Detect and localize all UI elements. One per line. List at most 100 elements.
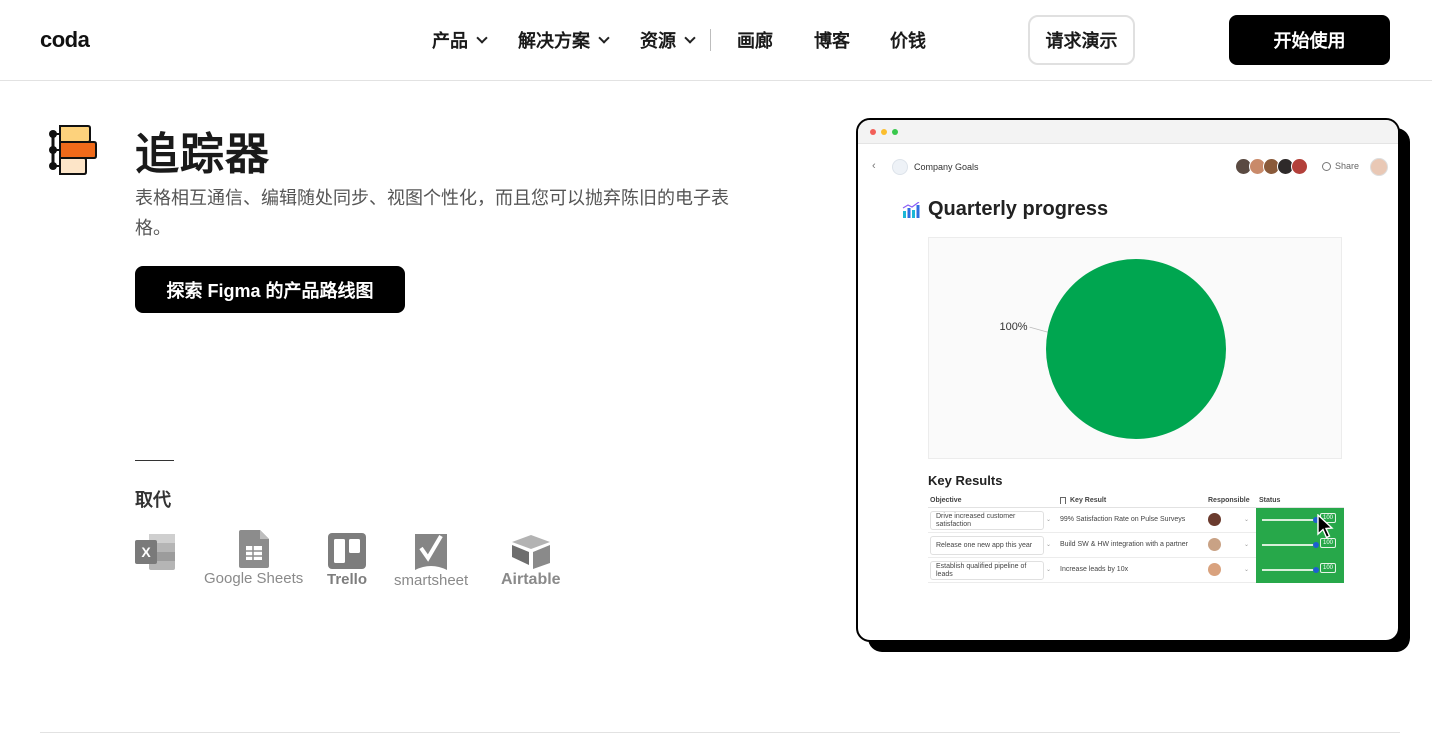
objective-cell[interactable]: Release one new app this year bbox=[930, 536, 1044, 555]
top-nav-bar: coda 产品 解决方案 资源 画廊 博客 价钱 请求演示 开始使用 bbox=[0, 0, 1432, 81]
main-nav: 产品 解决方案 资源 画廊 博客 价钱 bbox=[432, 16, 926, 64]
responsible-avatar[interactable] bbox=[1208, 538, 1221, 551]
nav-pricing-label: 价钱 bbox=[890, 31, 926, 51]
nav-divider bbox=[710, 29, 711, 51]
key-result-cell[interactable]: 99% Satisfaction Rate on Pulse Surveys bbox=[1060, 516, 1185, 523]
window-minimize-dot bbox=[881, 129, 887, 135]
nav-gallery-label: 画廊 bbox=[737, 31, 773, 51]
page-subtitle: 表格相互通信、编辑随处同步、视图个性化，而且您可以抛弃陈旧的电子表格。 bbox=[135, 188, 729, 238]
share-label: Share bbox=[1335, 161, 1360, 171]
status-slider-knob[interactable] bbox=[1313, 542, 1319, 548]
pie-label-leader bbox=[1029, 326, 1048, 333]
status-value: 100 bbox=[1320, 563, 1337, 573]
nav-solutions[interactable]: 解决方案 bbox=[518, 16, 610, 64]
brand-smartsheet: smartsheet bbox=[394, 532, 468, 589]
google-sheets-icon bbox=[238, 530, 269, 568]
window-maximize-dot bbox=[892, 129, 898, 135]
brand-trello: Trello bbox=[327, 533, 367, 588]
excel-icon: X bbox=[135, 534, 175, 570]
objective-cell[interactable]: Establish qualified pipeline of leads bbox=[930, 561, 1044, 580]
column-header-status: Status bbox=[1259, 497, 1281, 504]
key-result-cell[interactable]: Build SW & HW integration with a partner bbox=[1060, 541, 1188, 548]
key-result-cell[interactable]: Increase leads by 10x bbox=[1060, 566, 1128, 573]
pie-chart-panel: 100% bbox=[928, 237, 1342, 459]
chevron-down-icon[interactable]: ⌄ bbox=[1046, 516, 1051, 523]
explore-roadmap-button[interactable]: 探索 Figma 的产品路线图 bbox=[135, 266, 405, 313]
nav-resources-label: 资源 bbox=[640, 31, 676, 51]
objective-cell[interactable]: Drive increased customer satisfaction bbox=[930, 511, 1044, 530]
user-avatar[interactable] bbox=[1370, 158, 1388, 176]
chevron-down-icon[interactable]: ⌄ bbox=[1046, 566, 1051, 573]
bookmark-icon bbox=[1060, 497, 1066, 504]
table-row[interactable]: Establish qualified pipeline of leads ⌄ … bbox=[928, 558, 1344, 583]
column-header-key-result: Key Result bbox=[1070, 497, 1107, 504]
pie-slice[interactable] bbox=[1046, 259, 1226, 439]
trello-icon bbox=[328, 533, 366, 569]
brand-smartsheet-label: smartsheet bbox=[394, 572, 469, 589]
status-slider-track[interactable] bbox=[1262, 544, 1316, 546]
avatar bbox=[1291, 158, 1308, 175]
chevron-down-icon[interactable]: ⌄ bbox=[1046, 541, 1051, 548]
nav-blog[interactable]: 博客 bbox=[814, 16, 850, 64]
section-divider bbox=[135, 460, 174, 461]
window-title-bar bbox=[858, 120, 1398, 144]
doc-breadcrumb[interactable]: Company Goals bbox=[914, 162, 979, 172]
table-header: Objective Key Result Responsible Status bbox=[928, 496, 1344, 508]
chevron-down-icon[interactable]: ⌄ bbox=[1244, 516, 1249, 523]
chevron-down-icon[interactable]: ⌄ bbox=[1244, 566, 1249, 573]
responsible-avatar[interactable] bbox=[1208, 563, 1221, 576]
coda-logo[interactable]: coda bbox=[40, 27, 90, 53]
section-title: Quarterly progress bbox=[928, 198, 1109, 220]
nav-products[interactable]: 产品 bbox=[432, 16, 488, 64]
tracker-icon bbox=[49, 125, 97, 175]
brand-google-sheets: Google Sheets bbox=[204, 530, 303, 587]
get-started-button[interactable]: 开始使用 bbox=[1229, 15, 1390, 65]
key-results-heading: Key Results bbox=[928, 473, 1003, 488]
replaces-label: 取代 bbox=[135, 490, 171, 510]
nav-solutions-label: 解决方案 bbox=[518, 31, 590, 51]
column-header-responsible: Responsible bbox=[1208, 497, 1250, 504]
mouse-cursor-icon bbox=[1317, 514, 1334, 539]
doc-icon bbox=[892, 159, 908, 175]
chevron-down-icon bbox=[476, 32, 488, 44]
svg-text:X: X bbox=[141, 544, 151, 560]
status-slider-track[interactable] bbox=[1262, 569, 1316, 571]
window-close-dot bbox=[870, 129, 876, 135]
back-arrow-icon[interactable]: ‹ bbox=[872, 160, 876, 172]
responsible-avatar[interactable] bbox=[1208, 513, 1221, 526]
share-button[interactable]: Share bbox=[1322, 161, 1359, 171]
share-icon bbox=[1322, 161, 1331, 171]
nav-resources[interactable]: 资源 bbox=[640, 16, 696, 64]
brand-google-sheets-label: Google Sheets bbox=[204, 570, 304, 587]
pie-data-label: 100% bbox=[999, 321, 1027, 333]
pie-chart: 100% bbox=[999, 259, 1226, 439]
status-cell: 100 bbox=[1256, 558, 1344, 583]
table-row[interactable]: Release one new app this year ⌄ Build SW… bbox=[928, 533, 1344, 558]
smartsheet-icon bbox=[415, 534, 448, 570]
nav-gallery[interactable]: 画廊 bbox=[737, 16, 773, 64]
chevron-down-icon bbox=[598, 32, 610, 44]
table-row[interactable]: Drive increased customer satisfaction ⌄ … bbox=[928, 508, 1344, 533]
doc-header: ‹ Company Goals Share bbox=[870, 158, 1390, 178]
brand-trello-label: Trello bbox=[327, 571, 368, 588]
brand-excel: X bbox=[135, 534, 177, 574]
key-results-table: Objective Key Result Responsible Status … bbox=[928, 496, 1344, 583]
column-header-objective: Objective bbox=[930, 497, 962, 504]
brand-airtable: Airtable bbox=[501, 535, 561, 589]
section-heading: Quarterly progress bbox=[902, 198, 1108, 221]
product-mockup: ‹ Company Goals Share Quarterly progress… bbox=[856, 118, 1400, 642]
nav-pricing[interactable]: 价钱 bbox=[890, 16, 926, 64]
chevron-down-icon[interactable]: ⌄ bbox=[1244, 541, 1249, 548]
status-slider-knob[interactable] bbox=[1313, 567, 1319, 573]
footer-divider bbox=[40, 732, 1400, 733]
bar-chart-icon bbox=[902, 201, 920, 218]
request-demo-button[interactable]: 请求演示 bbox=[1028, 15, 1135, 65]
brand-airtable-label: Airtable bbox=[501, 571, 561, 588]
collaborator-avatars bbox=[1235, 158, 1308, 175]
chevron-down-icon bbox=[684, 32, 696, 44]
nav-products-label: 产品 bbox=[432, 31, 468, 51]
page-title: 追踪器 bbox=[135, 130, 270, 179]
status-slider-track[interactable] bbox=[1262, 519, 1316, 521]
nav-blog-label: 博客 bbox=[814, 31, 850, 51]
airtable-icon bbox=[511, 535, 550, 569]
